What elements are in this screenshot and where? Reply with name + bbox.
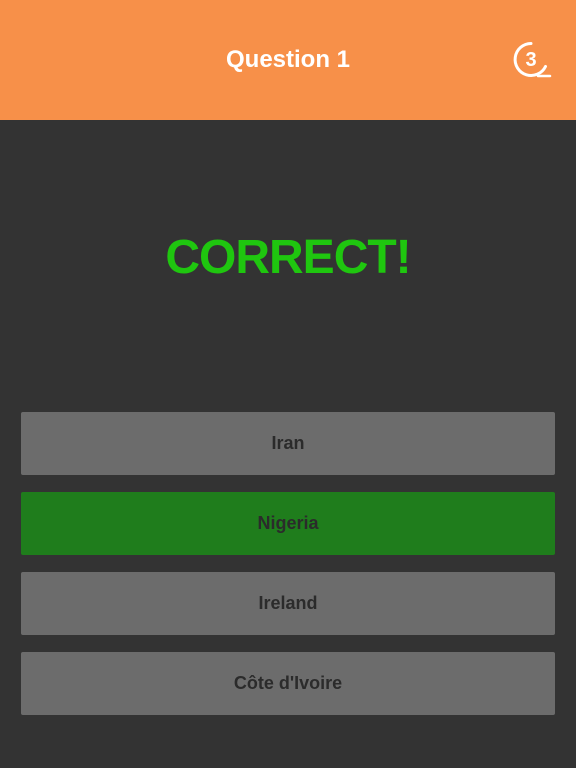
countdown-timer: 3 [512, 40, 552, 80]
answer-button-cote-divoire[interactable]: Côte d'Ivoire [21, 652, 555, 715]
question-title: Question 1 [225, 46, 351, 73]
answer-button-nigeria[interactable]: Nigeria [21, 492, 555, 555]
answer-list: Iran Nigeria Ireland Côte d'Ivoire [21, 412, 555, 732]
result-message: CORRECT! [165, 231, 411, 284]
timer-seconds: 3 [525, 49, 537, 71]
answer-button-ireland[interactable]: Ireland [21, 572, 555, 635]
answer-button-iran[interactable]: Iran [21, 412, 555, 475]
